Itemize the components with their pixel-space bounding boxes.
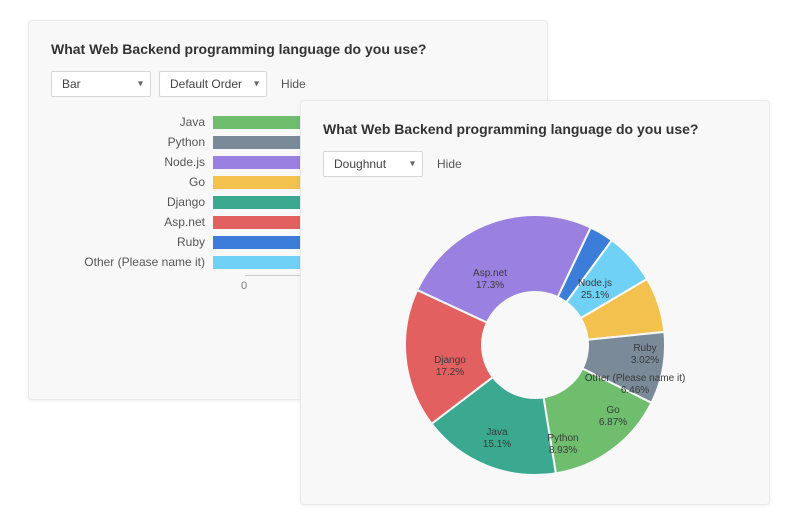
slice-label-python: Python8.93%	[547, 433, 578, 457]
bar-label: Go	[75, 175, 213, 189]
slice-label-java: Java15.1%	[483, 427, 511, 451]
chart-type-value: Doughnut	[334, 157, 386, 171]
bar-label: Java	[75, 115, 213, 129]
bar-label: Ruby	[75, 235, 213, 249]
slice-label-ruby: Ruby3.02%	[631, 343, 659, 367]
chevron-down-icon: ▾	[138, 79, 143, 90]
slice-label-aspnet: Asp.net17.3%	[473, 268, 507, 292]
slice-label-go: Go6.87%	[599, 405, 627, 429]
chart-type-value: Bar	[62, 77, 81, 91]
hide-button[interactable]: Hide	[437, 157, 462, 171]
doughnut-controls: Doughnut ▾ Hide	[323, 151, 747, 177]
bar-label: Django	[75, 195, 213, 209]
chart-type-select[interactable]: Bar ▾	[51, 71, 151, 97]
slice-label-other: Other (Please name it)6.46%	[585, 373, 686, 397]
bar-controls: Bar ▾ Default Order ▾ Hide	[51, 71, 525, 97]
bar-label: Node.js	[75, 155, 213, 169]
chevron-down-icon: ▾	[254, 79, 259, 90]
bar-label: Other (Please name it)	[75, 255, 213, 269]
chart-type-select[interactable]: Doughnut ▾	[323, 151, 423, 177]
bar-chart-title: What Web Backend programming language do…	[51, 41, 525, 57]
chevron-down-icon: ▾	[410, 159, 415, 170]
order-value: Default Order	[170, 77, 242, 91]
doughnut-chart: Node.js25.1% Ruby3.02% Other (Please nam…	[385, 195, 685, 495]
doughnut-hole	[481, 291, 589, 399]
slice-label-django: Django17.2%	[434, 355, 466, 379]
slice-label-nodejs: Node.js25.1%	[578, 278, 612, 302]
hide-button[interactable]: Hide	[281, 77, 306, 91]
bar-label: Python	[75, 135, 213, 149]
bar-label: Asp.net	[75, 215, 213, 229]
doughnut-chart-title: What Web Backend programming language do…	[323, 121, 747, 137]
order-select[interactable]: Default Order ▾	[159, 71, 267, 97]
doughnut-chart-panel: What Web Backend programming language do…	[300, 100, 770, 505]
